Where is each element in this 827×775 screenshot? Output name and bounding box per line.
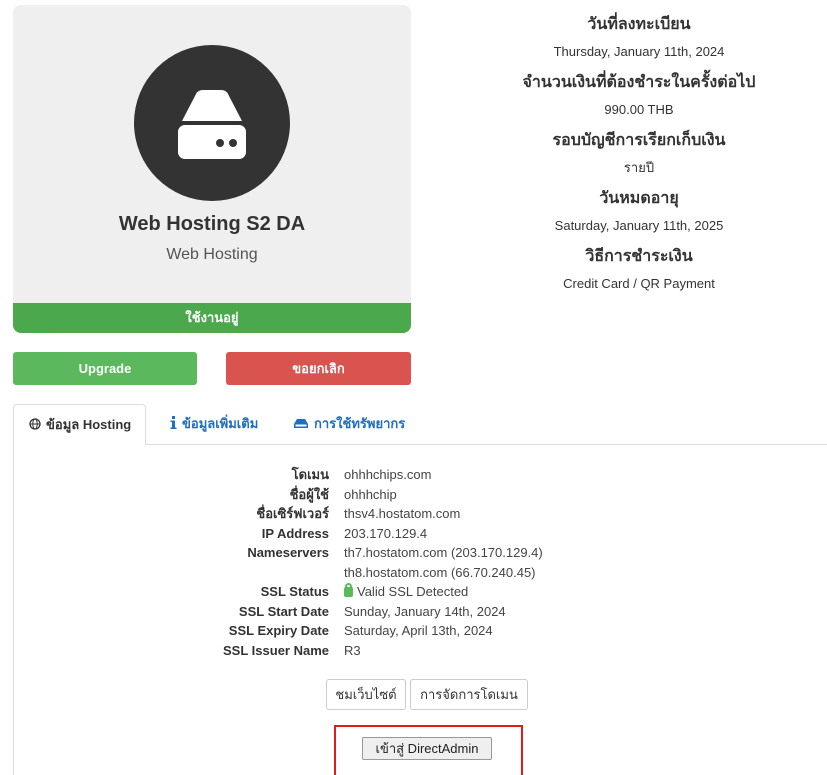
detail-row-ns1: Nameservers th7.hostatom.com (203.170.12… (214, 543, 543, 563)
hosting-details: โดเมน ohhhchips.com ชื่อผู้ใช้ ohhhchip … (214, 465, 543, 660)
login-directadmin-button[interactable]: เข้าสู่ DirectAdmin (362, 737, 492, 760)
next-due-amount-value: 990.00 THB (604, 102, 674, 117)
globe-icon (29, 406, 41, 446)
server-icon (134, 45, 290, 201)
product-card: Web Hosting S2 DA Web Hosting ใช้งานอยู่ (13, 5, 411, 333)
product-group: Web Hosting (166, 246, 258, 263)
visit-website-button[interactable]: ชมเว็บไซต์ (326, 679, 406, 710)
ip-address-label: IP Address (261, 525, 329, 541)
hdd-icon (293, 405, 309, 445)
expiry-date-value: Saturday, January 11th, 2025 (554, 218, 724, 233)
hosting-info-panel: โดเมน ohhhchips.com ชื่อผู้ใช้ ohhhchip … (13, 445, 827, 775)
payment-method-label: วิธีการชำระเงิน (585, 248, 693, 265)
ssl-status-value: Valid SSL Detected (357, 584, 469, 599)
detail-row-server: ชื่อเซิร์ฟเวอร์ thsv4.hostatom.com (214, 504, 543, 524)
tab-hosting-info[interactable]: ข้อมูล Hosting (13, 404, 146, 446)
ssl-start-date-label: SSL Start Date (238, 603, 329, 619)
ssl-issuer-label: SSL Issuer Name (223, 642, 329, 658)
tab-hosting-info-label: ข้อมูล Hosting (46, 417, 132, 432)
detail-row-ns2: th8.hostatom.com (66.70.240.45) (214, 563, 543, 583)
next-due-amount-label: จำนวนเงินที่ต้องชำระในครั้งต่อไป (522, 74, 756, 91)
tab-additional-info[interactable]: ข้อมูลเพิ่มเติม (170, 404, 258, 445)
billing-cycle-value: รายปี (623, 160, 655, 175)
expiry-date-label: วันหมดอายุ (599, 190, 679, 207)
ssl-expiry-date-value: Saturday, April 13th, 2024 (344, 623, 493, 638)
lock-icon (344, 583, 353, 597)
nameservers-label: Nameservers (247, 545, 329, 560)
detail-row-ssl-start: SSL Start Date Sunday, January 14th, 202… (214, 602, 543, 622)
detail-row-ssl-expiry: SSL Expiry Date Saturday, April 13th, 20… (214, 621, 543, 641)
detail-row-ssl-issuer: SSL Issuer Name R3 (214, 641, 543, 661)
info-icon (170, 405, 177, 445)
nameserver-1-value: th7.hostatom.com (203.170.129.4) (344, 545, 543, 560)
nameserver-2-value: th8.hostatom.com (66.70.240.45) (344, 564, 536, 580)
detail-row-ip: IP Address 203.170.129.4 (214, 524, 543, 544)
cancel-request-button[interactable]: ขอยกเลิก (226, 352, 411, 385)
detail-row-domain: โดเมน ohhhchips.com (214, 465, 543, 485)
server-name-value: thsv4.hostatom.com (344, 506, 461, 521)
domain-value: ohhhchips.com (344, 467, 432, 482)
username-value: ohhhchip (344, 486, 397, 502)
ssl-status-label: SSL Status (260, 584, 329, 599)
upgrade-button[interactable]: Upgrade (13, 352, 197, 385)
server-name-label: ชื่อเซิร์ฟเวอร์ (256, 506, 329, 521)
tab-additional-info-label: ข้อมูลเพิ่มเติม (182, 416, 259, 431)
billing-info-panel: วันที่ลงทะเบียน Thursday, January 11th, … (450, 12, 827, 302)
detail-row-ssl-status: SSL Status Valid SSL Detected (214, 582, 543, 602)
status-badge: ใช้งานอยู่ (13, 303, 411, 333)
tab-resource-usage-label: การใช้ทรัพยากร (314, 416, 406, 431)
registration-date-value: Thursday, January 11th, 2024 (553, 44, 725, 59)
tab-resource-usage[interactable]: การใช้ทรัพยากร (293, 404, 405, 445)
payment-method-value: Credit Card / QR Payment (563, 276, 715, 291)
domain-label: โดเมน (291, 467, 329, 482)
registration-date-label: วันที่ลงทะเบียน (587, 16, 691, 33)
product-name: Web Hosting S2 DA (118, 213, 306, 235)
ssl-start-date-value: Sunday, January 14th, 2024 (344, 603, 506, 619)
ip-address-value: 203.170.129.4 (344, 525, 428, 541)
detail-row-username: ชื่อผู้ใช้ ohhhchip (214, 485, 543, 505)
tab-bar: ข้อมูล Hosting ข้อมูลเพิ่มเติม การใช้ทรั… (13, 404, 827, 446)
username-label: ชื่อผู้ใช้ (289, 486, 329, 502)
ssl-issuer-value: R3 (344, 642, 361, 658)
manage-domain-button[interactable]: การจัดการโดเมน (410, 679, 528, 710)
billing-cycle-label: รอบบัญชีการเรียกเก็บเงิน (552, 132, 726, 149)
ssl-expiry-date-label: SSL Expiry Date (228, 623, 329, 638)
